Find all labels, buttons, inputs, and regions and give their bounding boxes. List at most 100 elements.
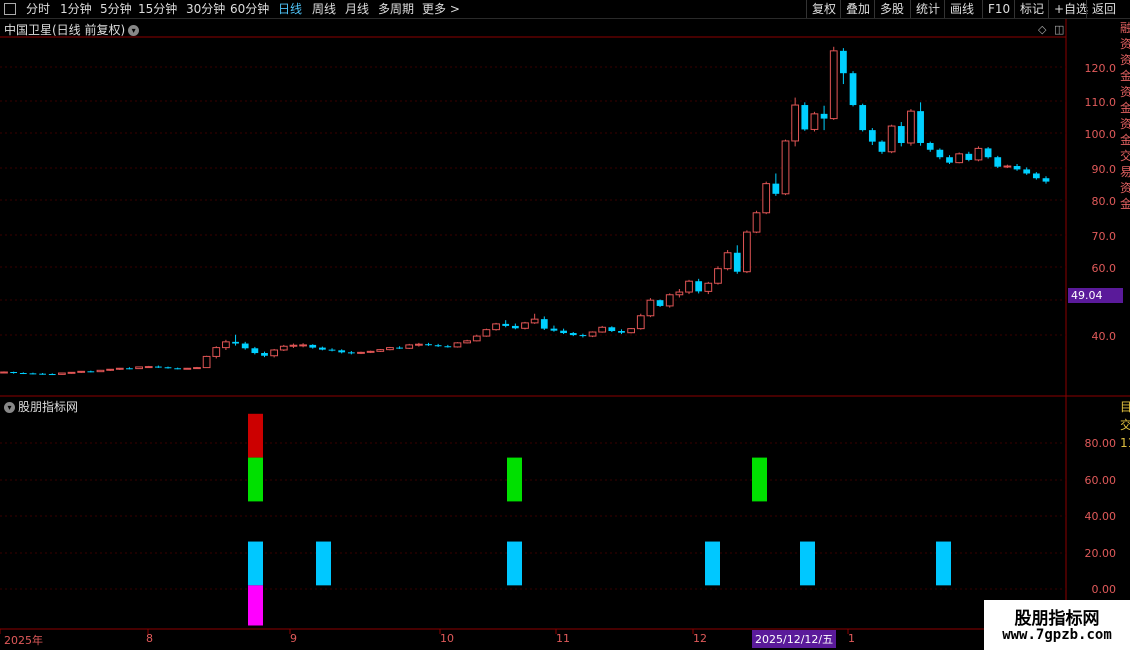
x-axis-label: 10 [440, 632, 454, 645]
x-axis-label: 2025年 [4, 634, 43, 647]
candle-body [289, 344, 298, 347]
candle-body [926, 142, 934, 150]
candle-body [48, 374, 56, 376]
candle-body [646, 299, 655, 317]
candle-body [762, 183, 771, 214]
chevron-down-icon[interactable]: ▾ [4, 402, 15, 413]
candle-body [878, 141, 886, 152]
candle-body [309, 344, 317, 348]
candle-body [704, 282, 713, 292]
indicator-tick-label: 0.00 [1091, 583, 1117, 596]
indicator-title-text: 股朋指标网 [18, 400, 79, 414]
candle-body [550, 328, 558, 331]
candle-body [39, 373, 46, 375]
candle-body [212, 347, 221, 357]
candle-body [511, 325, 519, 329]
indicator-bar [705, 541, 720, 586]
candle-body [868, 130, 876, 142]
side-info-column-2: 目交1111111 [1120, 400, 1130, 450]
candle-body [174, 368, 182, 370]
candle-body [472, 335, 481, 342]
indicator-bar [507, 541, 522, 586]
candle-body [810, 113, 819, 130]
candle-body [907, 110, 915, 144]
candle-body [270, 349, 279, 357]
cursor-date-badge: 2025/12/12/五 [752, 630, 837, 648]
candle-body [338, 350, 346, 353]
candle-body [279, 345, 288, 351]
candle-body [994, 157, 1002, 167]
price-tick-label: 70.0 [1091, 230, 1117, 243]
candle-body [849, 73, 857, 106]
candle-body [405, 344, 414, 349]
candle-body [772, 183, 780, 194]
candle-body [791, 104, 800, 142]
candle-body [675, 291, 684, 296]
candle-body [974, 147, 983, 161]
indicator-tick-label: 80.00 [1084, 437, 1117, 450]
candle-body [588, 331, 597, 337]
candle-body [521, 322, 529, 329]
candle-body [627, 328, 636, 334]
candle-body [752, 212, 761, 233]
candle-body [414, 343, 423, 346]
candle-body [87, 371, 95, 373]
candle-body [530, 318, 539, 324]
candle-body [251, 348, 259, 354]
candle-body [261, 353, 268, 356]
candlestick-chart[interactable] [0, 0, 1130, 650]
candle-body [743, 231, 751, 273]
candle-body [1023, 169, 1031, 174]
candle-body [347, 352, 355, 354]
indicator-tick-label: 40.00 [1084, 510, 1117, 523]
candle-body [579, 335, 587, 337]
candle-body [328, 349, 336, 351]
candle-body [665, 294, 674, 307]
candle-body [965, 153, 973, 160]
candle-body [299, 344, 307, 347]
candle-body [618, 331, 625, 333]
candle-body [560, 330, 567, 334]
watermark-url: www.7gpzb.com [1002, 627, 1112, 643]
candle-body [396, 347, 403, 349]
indicator-bar [507, 457, 522, 502]
candle-body [714, 268, 722, 284]
candle-body [77, 370, 86, 373]
candle-body [723, 252, 732, 270]
candle-body [386, 347, 394, 351]
candle-body [569, 333, 577, 336]
candle-body [29, 373, 37, 375]
candle-body [106, 368, 115, 371]
candle-body [695, 281, 703, 292]
candle-body [840, 50, 847, 74]
candle-body [897, 126, 905, 143]
candle-body [955, 153, 964, 164]
indicator-bar [800, 541, 815, 586]
candle-body [656, 300, 664, 306]
candle-body [482, 329, 491, 337]
candle-body [58, 372, 66, 375]
candle-body [357, 351, 365, 354]
candle-body [887, 125, 896, 153]
candle-body [425, 344, 432, 346]
candle-body [540, 319, 548, 329]
watermark: 股朋指标网 www.7gpzb.com [984, 600, 1130, 650]
candle-body [801, 105, 809, 130]
watermark-title: 股朋指标网 [1014, 609, 1100, 629]
indicator-tick-label: 20.00 [1084, 547, 1117, 560]
candle-body [444, 346, 452, 348]
candle-body [1013, 166, 1021, 170]
indicator-bar [248, 541, 263, 586]
candle-body [463, 340, 471, 344]
candle-body [685, 280, 693, 293]
x-axis-label: 1 [848, 632, 855, 645]
candle-body [67, 371, 76, 374]
indicator-bar [936, 541, 951, 586]
candle-body [144, 366, 153, 369]
candle-body [135, 366, 143, 370]
candle-body [492, 323, 500, 331]
indicator-title[interactable]: ▾ 股朋指标网 [4, 398, 78, 415]
price-tick-label: 120.0 [1084, 62, 1117, 75]
candle-body [193, 367, 201, 370]
candle-body [1003, 165, 1012, 168]
